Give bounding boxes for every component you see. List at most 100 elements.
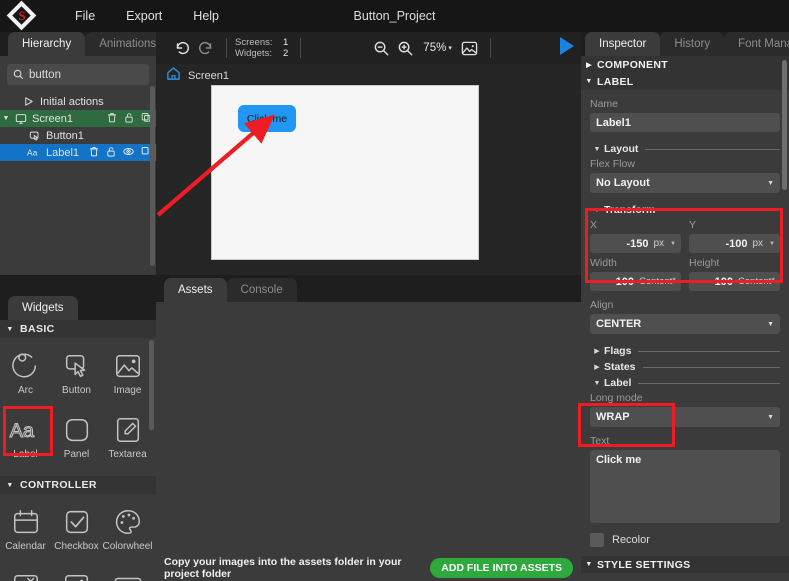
tab-font-manager[interactable]: Font Manager bbox=[724, 32, 789, 56]
tab-hierarchy[interactable]: Hierarchy bbox=[8, 32, 86, 56]
tab-widgets[interactable]: Widgets bbox=[8, 296, 78, 320]
inspector-scrollbar[interactable] bbox=[782, 60, 787, 190]
inspector-tabstrip: Inspector History Font Manager bbox=[581, 32, 789, 56]
canvas-click-me-button[interactable]: Click me bbox=[238, 105, 296, 132]
widget-group-controller[interactable]: ▼ CONTROLLER bbox=[0, 476, 156, 494]
canvas-counts: Screens: 1 Widgets: 2 bbox=[235, 37, 288, 59]
x-unit: px bbox=[653, 238, 665, 249]
widget-item-textarea[interactable]: Textarea bbox=[102, 408, 153, 472]
widgets-scrollbar[interactable] bbox=[149, 340, 154, 430]
breadcrumb: Screen1 bbox=[166, 66, 229, 86]
arc-icon bbox=[11, 349, 41, 383]
tree-item-button1[interactable]: Button1 bbox=[0, 127, 156, 144]
textarea-icon bbox=[113, 413, 143, 447]
menu-file[interactable]: File bbox=[62, 5, 108, 27]
assets-tabstrip: Assets Console bbox=[156, 278, 581, 302]
home-icon[interactable] bbox=[166, 66, 181, 86]
widget-item-arc[interactable]: Arc bbox=[0, 344, 51, 408]
chevron-down-icon[interactable]: ▾ bbox=[448, 44, 452, 52]
menu-help[interactable]: Help bbox=[180, 5, 232, 27]
run-preview-button[interactable] bbox=[556, 35, 576, 62]
widget-item-button[interactable]: Button bbox=[51, 344, 102, 408]
section-label-header[interactable]: ▼ LABEL bbox=[581, 73, 789, 90]
tree-item-label: Screen1 bbox=[32, 112, 73, 125]
recolor-row[interactable]: Recolor bbox=[590, 533, 780, 547]
widget-item-keyboard[interactable]: Keyboard bbox=[102, 564, 153, 581]
tree-item-initial-actions[interactable]: Initial actions bbox=[0, 93, 156, 110]
widget-grid-controller: Calendar Checkbox Colorwheel bbox=[0, 494, 156, 581]
subsection-label[interactable]: ▼ Label bbox=[590, 377, 780, 389]
y-input[interactable]: -100 px ▼ bbox=[689, 234, 780, 253]
widget-item-colorwheel[interactable]: Colorwheel bbox=[102, 500, 153, 564]
height-unit[interactable]: Content* bbox=[738, 276, 775, 287]
chevron-down-icon[interactable]: ▼ bbox=[0, 115, 12, 122]
title-bar: S File Export Help Button_Project bbox=[0, 0, 789, 32]
long-mode-select[interactable]: WRAP ▼ bbox=[590, 407, 780, 427]
screen-icon bbox=[12, 113, 29, 125]
zoom-level[interactable]: 75% bbox=[423, 42, 446, 54]
subsection-states[interactable]: ▶ States bbox=[590, 361, 780, 373]
assets-body[interactable] bbox=[156, 302, 581, 555]
chevron-down-icon[interactable]: ▼ bbox=[670, 241, 676, 247]
breadcrumb-screen-label[interactable]: Screen1 bbox=[188, 70, 229, 82]
subsection-title: Label bbox=[604, 377, 632, 389]
tab-assets[interactable]: Assets bbox=[164, 278, 227, 302]
widget-group-basic[interactable]: ▼ BASIC bbox=[0, 320, 156, 338]
tree-item-label: Initial actions bbox=[40, 95, 104, 108]
undo-icon[interactable] bbox=[170, 36, 194, 60]
svg-text:Aa: Aa bbox=[9, 420, 33, 442]
tab-history[interactable]: History bbox=[660, 32, 725, 56]
screen-canvas[interactable]: Click me bbox=[211, 85, 479, 260]
unlock-icon[interactable] bbox=[106, 146, 116, 160]
zoom-in-icon[interactable] bbox=[393, 36, 417, 60]
width-unit[interactable]: Content* bbox=[639, 276, 676, 287]
subsection-transform[interactable]: ▼ Transform bbox=[590, 204, 780, 216]
add-file-into-assets-button[interactable]: ADD FILE INTO ASSETS bbox=[430, 558, 573, 578]
widget-item-label: Checkbox bbox=[54, 541, 99, 552]
widget-item-label: Colorwheel bbox=[102, 541, 153, 552]
subsection-flags[interactable]: ▶ Flags bbox=[590, 345, 780, 357]
search-input[interactable]: button bbox=[7, 64, 149, 85]
zoom-out-icon[interactable] bbox=[369, 36, 393, 60]
eye-icon[interactable] bbox=[123, 146, 134, 160]
tree-item-screen1[interactable]: ▼ Screen1 bbox=[0, 110, 156, 127]
name-input[interactable]: Label1 bbox=[590, 113, 780, 132]
tree-item-label1[interactable]: Aa Label1 bbox=[0, 144, 156, 161]
hierarchy-scrollbar[interactable] bbox=[150, 86, 155, 266]
x-input[interactable]: -150 px ▼ bbox=[590, 234, 681, 253]
menu-export[interactable]: Export bbox=[113, 5, 175, 27]
image-fit-icon[interactable] bbox=[458, 36, 482, 60]
tree-item-label: Label1 bbox=[46, 146, 80, 159]
section-style-settings[interactable]: ▼ STYLE SETTINGS bbox=[581, 556, 789, 573]
tab-inspector[interactable]: Inspector bbox=[585, 32, 661, 56]
chevron-down-icon: ▼ bbox=[767, 320, 774, 328]
align-select[interactable]: CENTER ▼ bbox=[590, 314, 780, 334]
chevron-down-icon: ▼ bbox=[593, 379, 601, 387]
recolor-checkbox[interactable] bbox=[590, 533, 604, 547]
widget-item-imgbutton[interactable]: Imgbutton bbox=[51, 564, 102, 581]
flex-flow-select[interactable]: No Layout ▼ bbox=[590, 173, 780, 193]
widget-item-checkbox[interactable]: Checkbox bbox=[51, 500, 102, 564]
section-label: COMPONENT bbox=[597, 58, 668, 71]
width-input[interactable]: 100 Content* bbox=[590, 272, 681, 291]
widget-item-calendar[interactable]: Calendar bbox=[0, 500, 51, 564]
tab-console[interactable]: Console bbox=[226, 278, 297, 302]
unlock-icon[interactable] bbox=[124, 112, 134, 126]
widget-item-label[interactable]: Aa Label bbox=[0, 408, 51, 472]
redo-icon[interactable] bbox=[194, 36, 218, 60]
panel-icon bbox=[62, 413, 92, 447]
widget-item-dropdown[interactable]: Dropdown bbox=[0, 564, 51, 581]
text-textarea[interactable]: Click me bbox=[590, 450, 780, 523]
widget-item-panel[interactable]: Panel bbox=[51, 408, 102, 472]
chevron-down-icon[interactable]: ▼ bbox=[769, 241, 775, 247]
chevron-right-icon: ▶ bbox=[586, 61, 592, 69]
squareline-logo-icon: S bbox=[6, 0, 37, 31]
subsection-layout[interactable]: ▼ Layout bbox=[590, 143, 780, 155]
section-component[interactable]: ▶ COMPONENT bbox=[581, 56, 789, 73]
trash-icon[interactable] bbox=[107, 112, 117, 126]
widget-item-image[interactable]: Image bbox=[102, 344, 153, 408]
subsection-title: Flags bbox=[604, 345, 632, 357]
trash-icon[interactable] bbox=[89, 146, 99, 160]
assets-panel: Assets Console Copy your images into the… bbox=[156, 278, 581, 581]
height-input[interactable]: 100 Content* bbox=[689, 272, 780, 291]
